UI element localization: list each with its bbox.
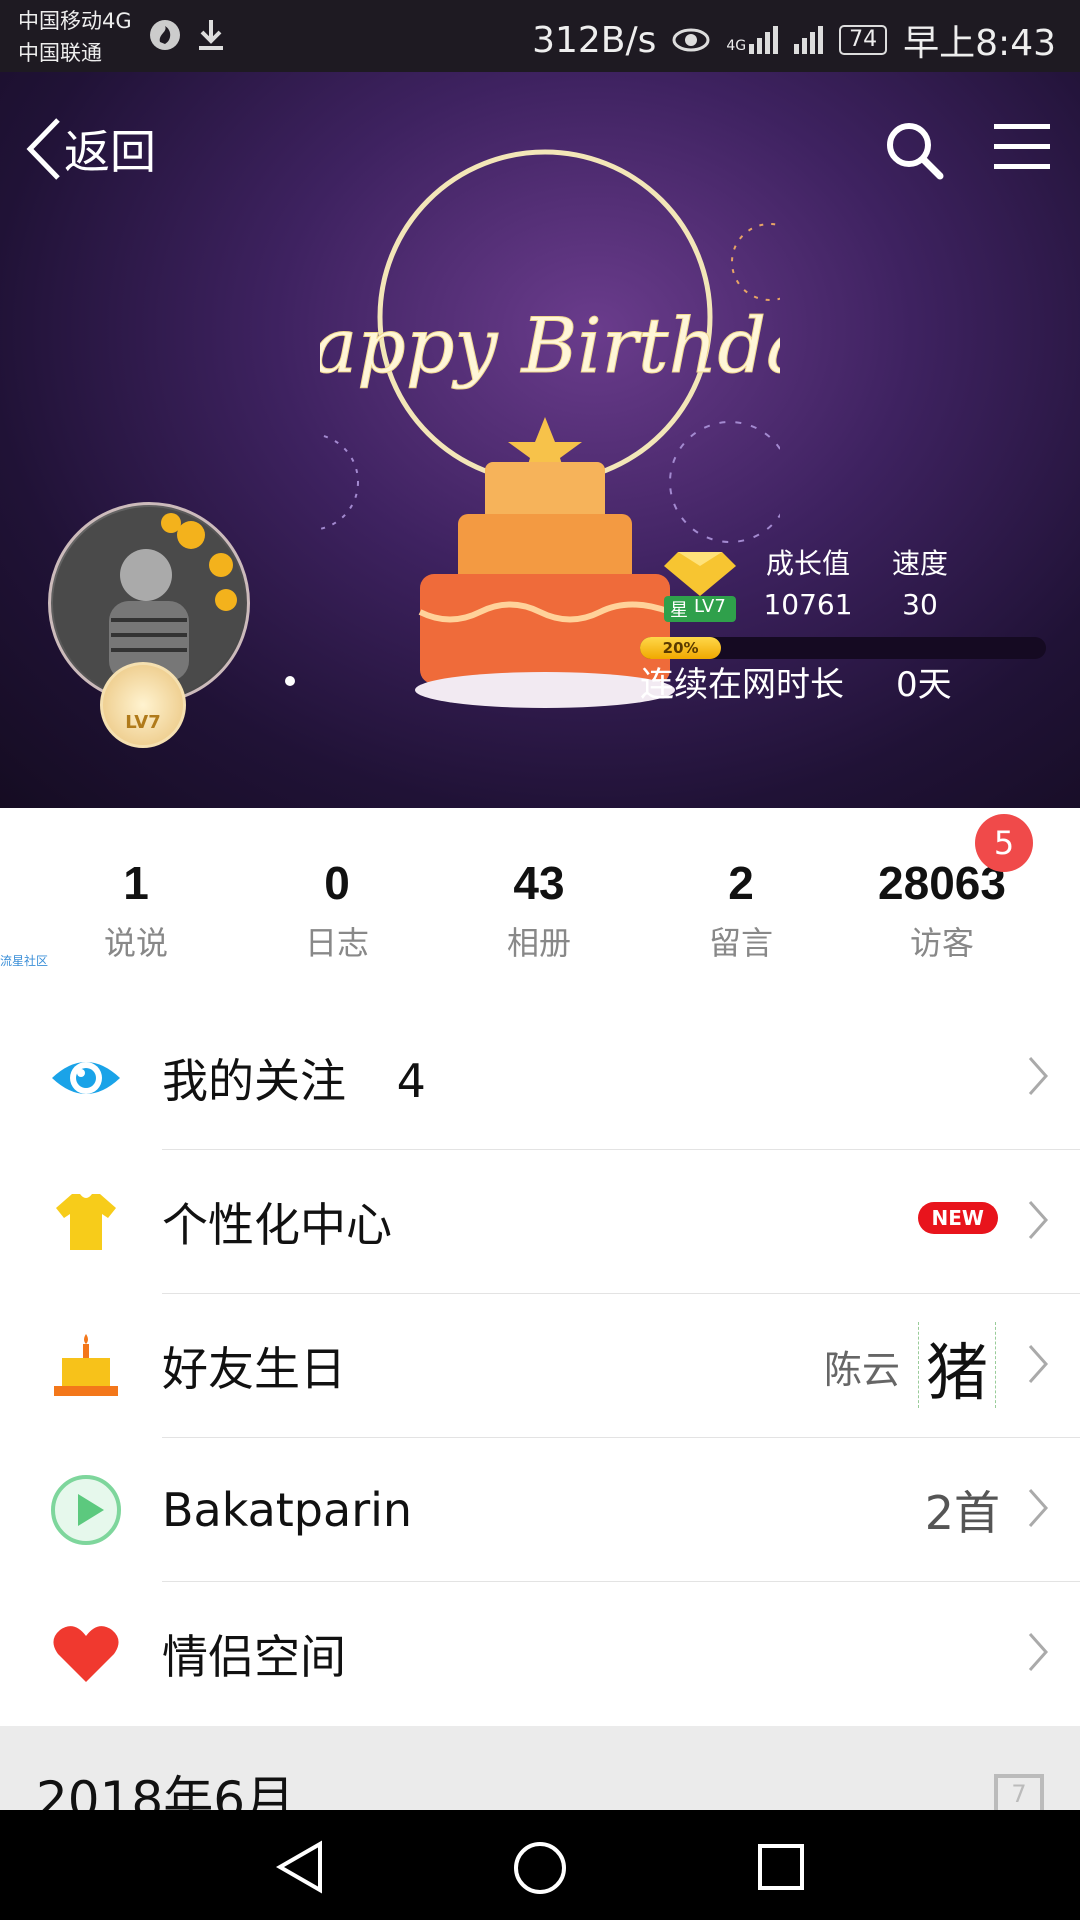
back-nav-icon[interactable] xyxy=(274,1840,328,1894)
eye-comfort-icon xyxy=(672,28,710,52)
signal2-icon xyxy=(794,26,824,54)
menu-item-couple-space[interactable]: 情侣空间 xyxy=(0,1582,1080,1726)
count-shuoshuo[interactable]: 1 说说 xyxy=(56,856,216,964)
menu-list: 我的关注 4 个性化中心 NEW 好友生日 陈云 猪 Bakatparin 2首… xyxy=(0,1006,1080,1726)
chevron-right-icon xyxy=(1028,1201,1049,1239)
chevron-right-icon xyxy=(1028,1057,1049,1095)
speed-value: 30 xyxy=(902,588,938,621)
vip-level-tag: 星 LV7 xyxy=(664,596,736,622)
system-nav-bar xyxy=(0,1810,1080,1920)
count-label: 留言 xyxy=(708,924,773,962)
chevron-right-icon xyxy=(1028,1633,1049,1671)
count-label: 相册 xyxy=(506,924,571,962)
birthday-cake-illustration: Happy Birthday xyxy=(320,149,780,708)
menu-label: 情侣空间 xyxy=(162,1630,346,1684)
menu-label: Bakatparin xyxy=(162,1483,413,1537)
home-nav-icon[interactable] xyxy=(512,1840,568,1896)
chevron-left-icon xyxy=(26,118,60,180)
menu-label: 个性化中心 xyxy=(162,1198,392,1252)
level-badge-text: LV7 xyxy=(125,712,161,733)
tshirt-icon xyxy=(56,1194,116,1250)
count-label: 说说 xyxy=(103,924,168,962)
battery-indicator: 74 xyxy=(839,25,888,55)
online-duration-label: 连续在网时长 xyxy=(640,665,844,705)
calendar-day: 7 xyxy=(1011,1780,1027,1808)
profile-banner: 返回 Happy Birthday LV7 xyxy=(0,72,1080,808)
clock: 早上8:43 xyxy=(903,23,1056,64)
menu-label: 我的关注 4 xyxy=(162,1045,426,1111)
count-xiangce[interactable]: 43 相册 xyxy=(459,856,619,964)
search-icon[interactable] xyxy=(884,120,944,180)
banner-caption: Happy Birthday xyxy=(320,301,780,390)
count-number: 0 xyxy=(324,857,350,909)
hotspot-icon xyxy=(148,18,182,56)
network-speed: 312B/s xyxy=(532,19,657,61)
community-link[interactable]: 流星社区 xyxy=(0,952,48,969)
vip-diamond-icon[interactable]: 星 LV7 xyxy=(664,552,736,622)
count-rizhi[interactable]: 0 日志 xyxy=(257,856,417,964)
back-label: 返回 xyxy=(64,125,156,179)
play-icon xyxy=(51,1475,121,1545)
song-count: 2首 xyxy=(924,1486,1000,1540)
speed-label: 速度 xyxy=(891,547,948,580)
chevron-right-icon xyxy=(1028,1345,1049,1383)
count-liuyan[interactable]: 2 留言 xyxy=(661,856,821,964)
menu-icon[interactable] xyxy=(994,120,1050,174)
menu-item-friend-birthday[interactable]: 好友生日 陈云 猪 xyxy=(0,1294,1080,1438)
recents-nav-icon[interactable] xyxy=(756,1842,806,1892)
birthday-friend-name: 陈云 xyxy=(823,1347,900,1392)
eye-icon xyxy=(52,1062,120,1094)
online-duration-value: 0天 xyxy=(896,665,952,705)
menu-label: 好友生日 xyxy=(162,1342,346,1396)
following-label: 我的关注 xyxy=(162,1054,346,1108)
page-indicator-dot xyxy=(285,676,295,686)
carrier-primary: 中国移动4G xyxy=(18,9,132,33)
growth-value: 10761 xyxy=(763,588,853,621)
chevron-right-icon xyxy=(1028,1489,1049,1527)
count-label: 日志 xyxy=(304,924,369,962)
stats-row: 1 说说 0 日志 43 相册 2 留言 28063 访客 xyxy=(0,808,1080,1007)
carrier-secondary: 中国联通 xyxy=(18,41,102,65)
status-bar: 中国移动4G 中国联通 312B/s 4G 74 早上8:43 xyxy=(0,0,1080,72)
menu-item-following[interactable]: 我的关注 4 xyxy=(0,1006,1080,1150)
level-badge[interactable]: LV7 xyxy=(100,662,186,748)
visitor-notification-badge: 5 xyxy=(975,814,1033,872)
cake-icon xyxy=(54,1334,118,1396)
count-number: 43 xyxy=(513,857,565,909)
new-badge: NEW xyxy=(917,1202,998,1234)
menu-item-personalization[interactable]: 个性化中心 NEW xyxy=(0,1150,1080,1294)
vip-level: LV7 xyxy=(694,596,726,617)
count-number: 1 xyxy=(123,857,149,909)
growth-progress-fill: 20% xyxy=(640,637,722,659)
signal-type: 4G xyxy=(726,38,747,54)
download-icon xyxy=(196,18,226,56)
signal-icon: 4G xyxy=(726,26,779,54)
count-label: 访客 xyxy=(909,924,974,962)
following-count: 4 xyxy=(396,1054,426,1108)
count-fangke[interactable]: 28063 访客 xyxy=(862,856,1022,964)
back-button[interactable]: 返回 xyxy=(24,116,156,182)
vip-label: 星 xyxy=(670,600,688,621)
growth-progress-bar: 20% xyxy=(640,637,1046,659)
growth-label: 成长值 xyxy=(765,547,850,580)
heart-icon xyxy=(53,1626,119,1682)
menu-item-music[interactable]: Bakatparin 2首 xyxy=(0,1438,1080,1582)
count-number: 2 xyxy=(728,857,754,909)
birthday-friend-avatar: 猪 xyxy=(918,1322,996,1409)
calendar-icon[interactable]: 7 xyxy=(994,1774,1044,1810)
